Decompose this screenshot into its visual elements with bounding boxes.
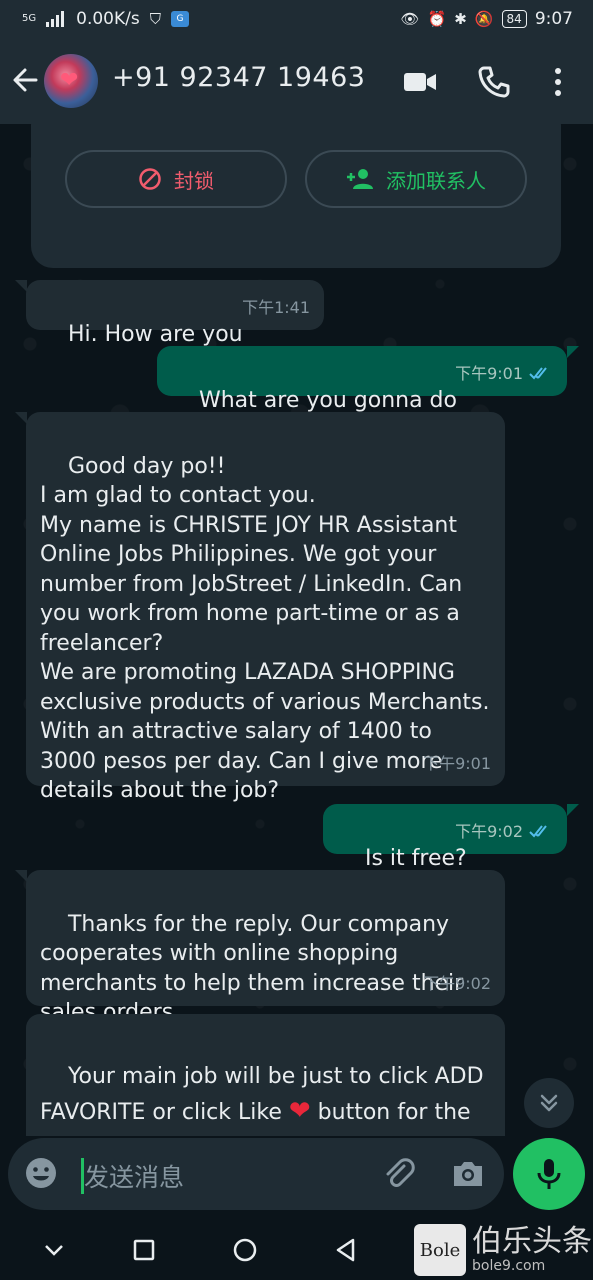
heart-emoji-icon: ❤ bbox=[288, 1096, 311, 1126]
unknown-contact-card: 封锁 添加联系人 bbox=[31, 124, 561, 268]
message-input[interactable]: 发送消息 bbox=[84, 1158, 184, 1194]
emoji-icon[interactable] bbox=[24, 1156, 58, 1190]
app-notification-icon: G bbox=[170, 11, 189, 27]
double-chevron-down-icon bbox=[540, 1094, 558, 1112]
clock: 9:07 bbox=[534, 9, 573, 29]
watermark-url: bole9.com bbox=[472, 1258, 546, 1274]
avatar[interactable]: ❤ bbox=[44, 54, 98, 108]
watermark: Bole 伯乐头条 bole9.com bbox=[414, 1220, 593, 1280]
message-text: Thanks for the reply. Our company cooper… bbox=[40, 911, 471, 1026]
attach-icon[interactable] bbox=[380, 1156, 416, 1192]
recents-icon[interactable] bbox=[130, 1236, 158, 1264]
read-ticks-icon bbox=[529, 367, 547, 380]
home-icon[interactable] bbox=[231, 1236, 259, 1264]
message-time: 下午1:41 bbox=[242, 297, 310, 317]
shield-icon: ⛉ bbox=[149, 10, 161, 28]
watermark-name: 伯乐头条 bbox=[472, 1224, 592, 1259]
watermark-logo: Bole bbox=[414, 1224, 466, 1276]
nav-back-icon[interactable] bbox=[332, 1236, 360, 1264]
more-options-icon[interactable] bbox=[540, 64, 576, 100]
network-speed: 0.00K/s bbox=[76, 9, 140, 29]
eye-icon: 👁 bbox=[400, 10, 420, 28]
message-text: Is it free? bbox=[364, 845, 467, 871]
network-type: 5G bbox=[22, 13, 37, 24]
read-ticks-icon bbox=[529, 825, 547, 838]
alarm-icon: ⏰ bbox=[427, 10, 447, 28]
bubble-tail bbox=[567, 346, 579, 358]
add-contact-label: 添加联系人 bbox=[386, 168, 486, 193]
message-text: Hi. How are you bbox=[67, 321, 243, 347]
composer: 发送消息 bbox=[0, 1136, 593, 1220]
video-call-icon[interactable] bbox=[402, 64, 438, 100]
message-time: 下午9:02 bbox=[423, 973, 491, 993]
scroll-to-bottom-button[interactable] bbox=[524, 1078, 574, 1128]
chat-header: ❤ +91 92347 19463 bbox=[0, 38, 593, 124]
message-time: 下午9:01 bbox=[423, 753, 491, 773]
bubble-tail bbox=[567, 804, 579, 816]
back-arrow-icon[interactable] bbox=[10, 60, 42, 100]
voice-call-icon[interactable] bbox=[476, 64, 512, 100]
block-icon bbox=[139, 168, 161, 190]
add-contact-button[interactable]: 添加联系人 bbox=[305, 150, 527, 208]
message-meta: 下午9:02 bbox=[455, 817, 553, 847]
message-input-bar[interactable]: 发送消息 bbox=[8, 1138, 504, 1210]
block-button[interactable]: 封锁 bbox=[65, 150, 287, 208]
bluetooth-icon: ✱ bbox=[454, 10, 467, 28]
message-text: What are you gonna do bbox=[198, 387, 457, 413]
voice-message-button[interactable] bbox=[513, 1138, 585, 1210]
block-label: 封锁 bbox=[174, 168, 214, 193]
chevron-down-icon[interactable] bbox=[40, 1236, 68, 1264]
message-outgoing[interactable]: What are you gonna do 下午9:01 bbox=[157, 346, 567, 413]
message-incoming[interactable]: Thanks for the reply. Our company cooper… bbox=[26, 870, 505, 1025]
contact-name[interactable]: +91 92347 19463 bbox=[112, 62, 365, 93]
heart-icon: ❤ bbox=[60, 68, 79, 93]
microphone-icon bbox=[537, 1159, 561, 1189]
bubble-tail bbox=[15, 280, 27, 292]
bubble-tail bbox=[15, 412, 27, 424]
message-meta: 下午9:01 bbox=[455, 359, 553, 389]
camera-icon[interactable] bbox=[450, 1156, 486, 1192]
message-time: 下午9:02 bbox=[455, 821, 523, 841]
message-incoming[interactable]: Good day po!! I am glad to contact you. … bbox=[26, 412, 505, 803]
message-incoming[interactable]: Hi. How are you 下午1:41 bbox=[26, 280, 324, 347]
message-outgoing[interactable]: Is it free? 下午9:02 bbox=[323, 804, 567, 871]
battery-indicator: 84 bbox=[501, 10, 527, 28]
chat-area[interactable]: 封锁 添加联系人 Hi. How are you 下午1:41 What are… bbox=[0, 124, 593, 1136]
signal-icon bbox=[46, 11, 65, 27]
bubble-tail bbox=[15, 870, 27, 882]
mute-icon: 🔕 bbox=[474, 10, 494, 28]
add-person-icon bbox=[347, 169, 373, 189]
watermark-text: 伯乐头条 bole9.com bbox=[472, 1224, 592, 1274]
status-bar: 5G 0.00K/s ⛉ G 👁 ⏰ ✱ 🔕 84 9:07 bbox=[0, 0, 593, 38]
message-incoming[interactable]: Your main job will be just to click ADD … bbox=[26, 1014, 505, 1136]
message-time: 下午9:01 bbox=[455, 363, 523, 383]
